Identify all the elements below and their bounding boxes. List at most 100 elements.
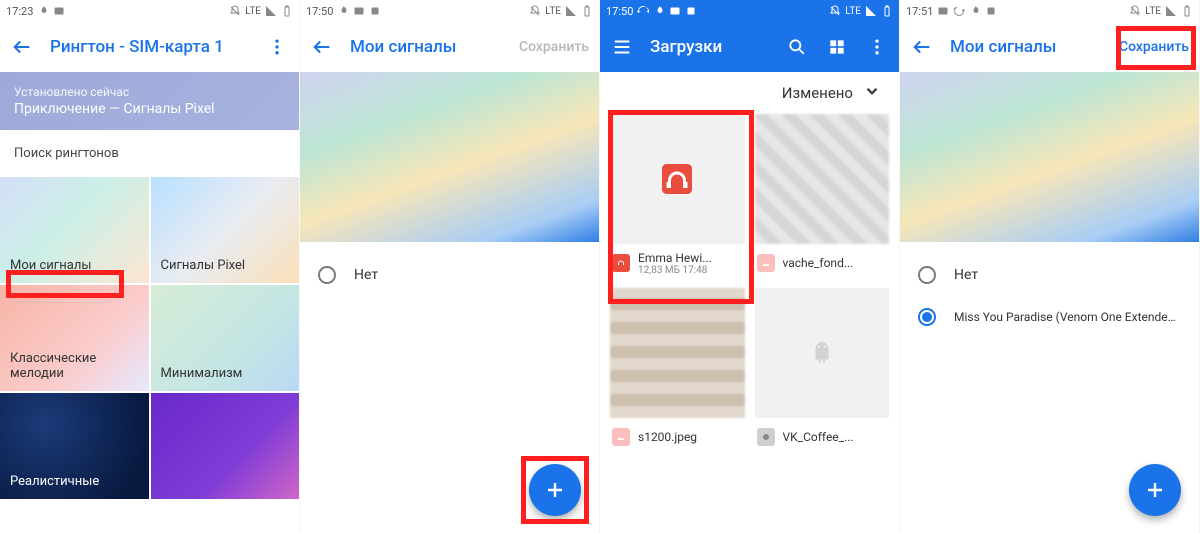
flame-icon (969, 5, 981, 17)
status-bar: 17:50 LTE (300, 0, 599, 22)
status-net: LTE (245, 6, 261, 17)
overflow-menu-button[interactable] (865, 35, 889, 59)
file-thumb (610, 114, 745, 244)
app-bar: Мои сигналы Сохранить (300, 22, 599, 72)
sort-bar[interactable]: Изменено (600, 72, 899, 114)
image-icon (937, 5, 949, 17)
sort-label: Изменено (782, 84, 853, 102)
page-title: Мои сигналы (950, 37, 1103, 57)
category-pixel-sounds[interactable]: Сигналы Pixel (151, 177, 300, 283)
file-thumb (610, 288, 745, 418)
hamburger-menu-button[interactable] (610, 35, 634, 59)
option-label: Нет (354, 267, 378, 283)
status-net: LTE (545, 6, 561, 17)
image-icon (53, 5, 65, 17)
add-fab[interactable] (529, 464, 581, 516)
signal-icon (865, 5, 877, 17)
radio-icon (918, 308, 936, 326)
file-grid: Emma Hewi... 12,83 МБ 17:48 vache_fond..… (600, 114, 899, 452)
status-net: LTE (845, 6, 861, 17)
ringtone-option-none[interactable]: Нет (900, 254, 1199, 296)
file-thumb (755, 288, 890, 418)
chevron-down-icon (863, 82, 881, 104)
category-label: Мои сигналы (10, 258, 91, 273)
file-name: s1200.jpeg (638, 430, 697, 444)
app-icon (685, 5, 697, 17)
radio-icon (918, 266, 936, 284)
sync-icon (953, 5, 965, 17)
screen-my-sounds-empty: 17:50 LTE Мои сигналы Сохранить Нет (300, 0, 600, 534)
flame-icon (653, 5, 665, 17)
ringtone-list: Нет (300, 242, 599, 296)
category-classical[interactable]: Классические мелодии (0, 285, 149, 391)
battery-icon (1181, 5, 1193, 17)
file-item-audio[interactable]: Emma Hewi... 12,83 МБ 17:48 (610, 114, 745, 278)
file-sub: 12,83 МБ 17:48 (638, 265, 712, 276)
app-icon (985, 5, 997, 17)
category-grid: Мои сигналы Сигналы Pixel Классические м… (0, 177, 299, 499)
search-button[interactable] (785, 35, 809, 59)
flame-icon (337, 5, 349, 17)
ringtone-option-none[interactable]: Нет (300, 254, 599, 296)
image-icon (757, 254, 775, 272)
category-minimalism[interactable]: Минимализм (151, 285, 300, 391)
banner-subtitle: Установлено сейчас (14, 85, 285, 99)
signal-icon (1165, 5, 1177, 17)
file-name: VK_Coffee_... (783, 430, 854, 444)
dnd-icon (529, 5, 541, 17)
radio-icon (318, 266, 336, 284)
status-net: LTE (1145, 6, 1161, 17)
dnd-icon (229, 5, 241, 17)
save-button[interactable]: Сохранить (1119, 39, 1189, 55)
dnd-icon (829, 5, 841, 17)
dnd-icon (1129, 5, 1141, 17)
headphones-icon (659, 161, 695, 197)
category-realistic[interactable]: Реалистичные (0, 393, 149, 499)
flame-icon (37, 5, 49, 17)
hero-gradient (900, 72, 1199, 242)
search-ringtones-label: Поиск рингтонов (0, 130, 299, 177)
back-button[interactable] (310, 35, 334, 59)
add-fab[interactable] (1129, 464, 1181, 516)
view-grid-button[interactable] (825, 35, 849, 59)
ringtone-option-selected[interactable]: Miss You Paradise (Venom One Extended Mi… (900, 296, 1199, 338)
signal-icon (265, 5, 277, 17)
android-icon (809, 340, 835, 366)
current-ringtone-banner[interactable]: Установлено сейчас Приключение — Сигналы… (0, 72, 299, 130)
status-time: 17:50 (606, 5, 633, 18)
file-thumb (755, 114, 890, 244)
banner-title: Приключение — Сигналы Pixel (14, 101, 285, 117)
page-title: Мои сигналы (350, 37, 503, 57)
screen-ringtone-picker: 17:23 LTE Рингтон - SIM-карта 1 (0, 0, 300, 534)
audio-icon (612, 254, 630, 272)
app-bar: Мои сигналы Сохранить (900, 22, 1199, 72)
category-extra[interactable] (151, 393, 300, 499)
page-title: Рингтон - SIM-карта 1 (50, 37, 249, 57)
file-name: vache_fond... (783, 256, 854, 270)
battery-icon (281, 5, 293, 17)
category-label: Минимализм (161, 366, 243, 381)
ringtone-list: Нет Miss You Paradise (Venom One Extende… (900, 242, 1199, 338)
image-icon (669, 5, 681, 17)
option-label: Miss You Paradise (Venom One Extended Mi… (954, 310, 1181, 324)
file-name: Emma Hewi... (638, 251, 712, 265)
battery-icon (881, 5, 893, 17)
category-label: Сигналы Pixel (161, 258, 246, 273)
screen-downloads: 17:50 LTE Загрузки Изменено (600, 0, 900, 534)
overflow-menu-button[interactable] (265, 35, 289, 59)
status-bar: 17:50 LTE (600, 0, 899, 22)
image-icon (353, 5, 365, 17)
save-button[interactable]: Сохранить (519, 39, 589, 55)
category-my-sounds[interactable]: Мои сигналы (0, 177, 149, 283)
status-time: 17:50 (306, 5, 333, 18)
hero-gradient (300, 72, 599, 242)
file-item-image[interactable]: s1200.jpeg (610, 288, 745, 452)
app-icon (369, 5, 381, 17)
file-item-image[interactable]: vache_fond... (755, 114, 890, 278)
app-bar: Рингтон - SIM-карта 1 (0, 22, 299, 72)
back-button[interactable] (910, 35, 934, 59)
back-button[interactable] (10, 35, 34, 59)
status-time: 17:23 (6, 5, 33, 18)
file-item-apk[interactable]: VK_Coffee_... (755, 288, 890, 452)
status-time: 17:51 (906, 5, 933, 18)
